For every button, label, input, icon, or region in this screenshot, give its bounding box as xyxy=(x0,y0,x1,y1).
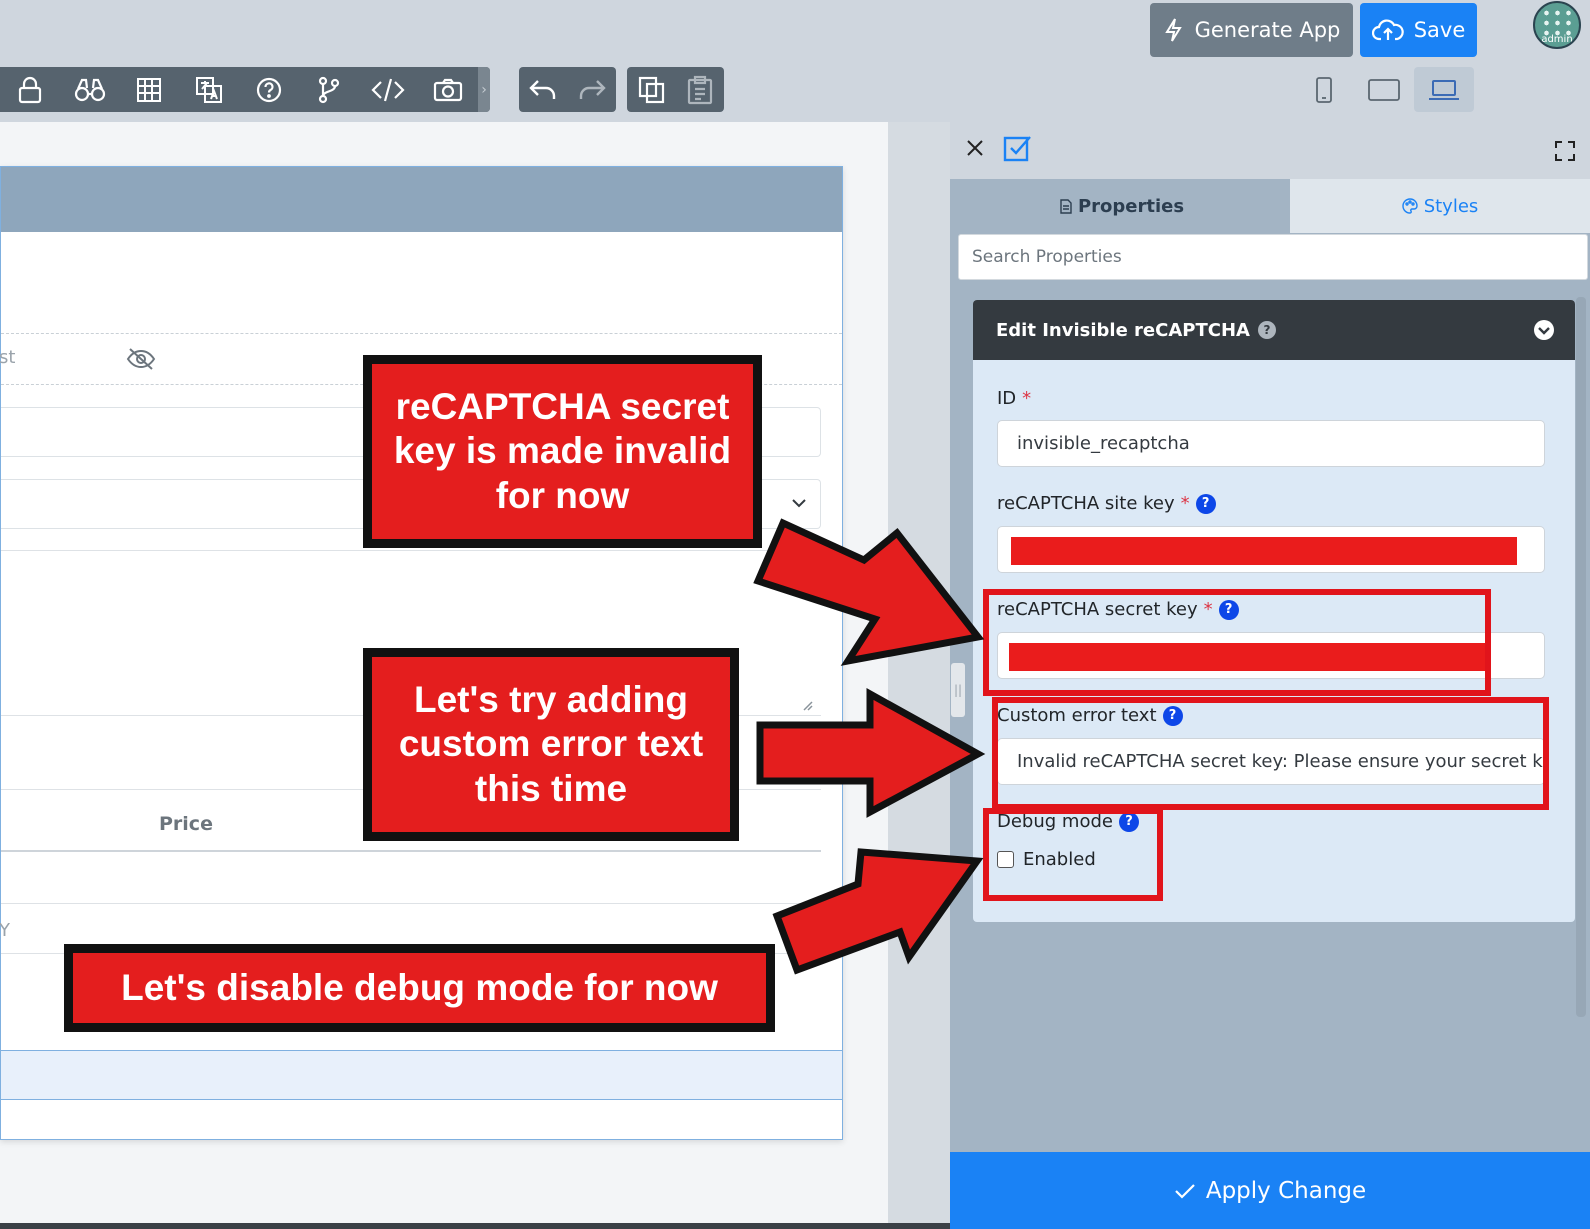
table-icon[interactable] xyxy=(120,67,180,112)
avatar-label: admin xyxy=(1541,34,1573,45)
tablet-icon xyxy=(1368,78,1400,101)
search-properties-input[interactable]: Search Properties xyxy=(958,234,1588,280)
column-header-price: Price xyxy=(159,813,213,835)
cloud-upload-icon xyxy=(1371,19,1404,41)
camera-icon[interactable] xyxy=(418,67,478,112)
phone-icon xyxy=(1316,76,1332,103)
table-header-underline xyxy=(1,850,821,852)
panel-header-bar xyxy=(950,122,1590,179)
highlight-error-text xyxy=(992,697,1549,810)
table-cell-fragment: Y xyxy=(0,920,10,941)
highlight-secret-key xyxy=(983,589,1491,696)
redo-icon[interactable] xyxy=(577,77,607,103)
phone-view-button[interactable] xyxy=(1294,67,1354,112)
generate-app-label: Generate App xyxy=(1194,18,1341,42)
panel-resize-handle[interactable]: || xyxy=(951,663,965,717)
highlight-debug-mode xyxy=(983,808,1163,901)
save-button[interactable]: Save xyxy=(1360,3,1477,57)
palette-icon xyxy=(1402,198,1418,214)
collapse-chevron-icon[interactable] xyxy=(1533,319,1555,341)
form-footer-band xyxy=(1,1050,842,1100)
clipboard-group xyxy=(627,67,724,112)
translate-icon[interactable] xyxy=(179,67,239,112)
section-title: Edit Invisible reCAPTCHA xyxy=(996,319,1250,341)
checkmark-icon xyxy=(1175,1183,1195,1199)
tab-properties-label: Properties xyxy=(1077,195,1185,217)
toolbar-more-chevron-icon[interactable]: › xyxy=(478,67,490,112)
callout-error-text: Let's try adding custom error text this … xyxy=(363,648,739,841)
copy-icon[interactable] xyxy=(638,76,666,104)
avatar-pattern xyxy=(1541,8,1575,36)
document-icon xyxy=(1060,198,1072,214)
section-header[interactable]: Edit Invisible reCAPTCHA ? xyxy=(973,300,1575,360)
paste-icon[interactable] xyxy=(687,75,713,105)
canvas-gutter xyxy=(888,122,950,1223)
designer-tools-group: › xyxy=(0,67,490,112)
bottom-edge xyxy=(0,1223,950,1229)
tab-properties[interactable]: Properties xyxy=(954,179,1290,233)
laptop-icon xyxy=(1429,79,1459,100)
required-mark: * xyxy=(1022,388,1032,409)
help-icon[interactable]: ? xyxy=(1195,493,1216,514)
fullscreen-icon[interactable] xyxy=(1554,140,1576,162)
generate-app-button[interactable]: Generate App xyxy=(1150,3,1353,57)
id-label-text: ID xyxy=(997,388,1017,409)
avatar[interactable]: admin xyxy=(1533,1,1581,49)
save-label: Save xyxy=(1413,18,1466,42)
chevron-down-icon xyxy=(792,499,806,508)
apply-change-button[interactable]: Apply Change xyxy=(950,1152,1590,1229)
callout-debug-mode: Let's disable debug mode for now xyxy=(64,944,775,1032)
eye-slash-icon xyxy=(126,348,156,370)
history-group xyxy=(519,67,616,112)
branch-icon[interactable] xyxy=(299,67,359,112)
panel-scrollbar[interactable] xyxy=(1576,297,1586,1017)
site-key-label-text: reCAPTCHA site key xyxy=(997,493,1175,514)
redaction-bar xyxy=(1011,537,1517,565)
close-icon[interactable] xyxy=(965,138,985,158)
tab-styles[interactable]: Styles xyxy=(1290,179,1590,233)
bolt-icon xyxy=(1164,18,1182,42)
code-icon[interactable] xyxy=(359,67,419,112)
form-preview-header xyxy=(1,167,842,232)
table-row-divider xyxy=(1,903,821,904)
field-label-fragment: st xyxy=(0,347,16,368)
divider xyxy=(1,550,821,551)
laptop-view-button[interactable] xyxy=(1414,67,1474,112)
id-input[interactable]: invisible_recaptcha xyxy=(997,420,1545,467)
id-label: ID * xyxy=(997,388,1031,409)
site-key-label: reCAPTCHA site key * ? xyxy=(997,493,1216,514)
help-icon[interactable]: ? xyxy=(1257,321,1276,339)
tablet-view-button[interactable] xyxy=(1354,67,1414,112)
tab-styles-label: Styles xyxy=(1423,195,1479,217)
binoculars-icon[interactable] xyxy=(60,67,120,112)
top-toolbar: › Generate App Save admin xyxy=(0,0,1590,122)
site-key-input[interactable] xyxy=(997,526,1545,573)
resize-grip-icon xyxy=(803,701,813,711)
lock-icon[interactable] xyxy=(0,67,60,112)
undo-icon[interactable] xyxy=(528,77,558,103)
help-icon[interactable] xyxy=(239,67,299,112)
apply-change-label: Apply Change xyxy=(1205,1177,1367,1204)
required-mark: * xyxy=(1180,493,1190,514)
callout-secret-key: reCAPTCHA secret key is made invalid for… xyxy=(363,355,762,548)
checkbox-component-icon xyxy=(1003,136,1031,162)
